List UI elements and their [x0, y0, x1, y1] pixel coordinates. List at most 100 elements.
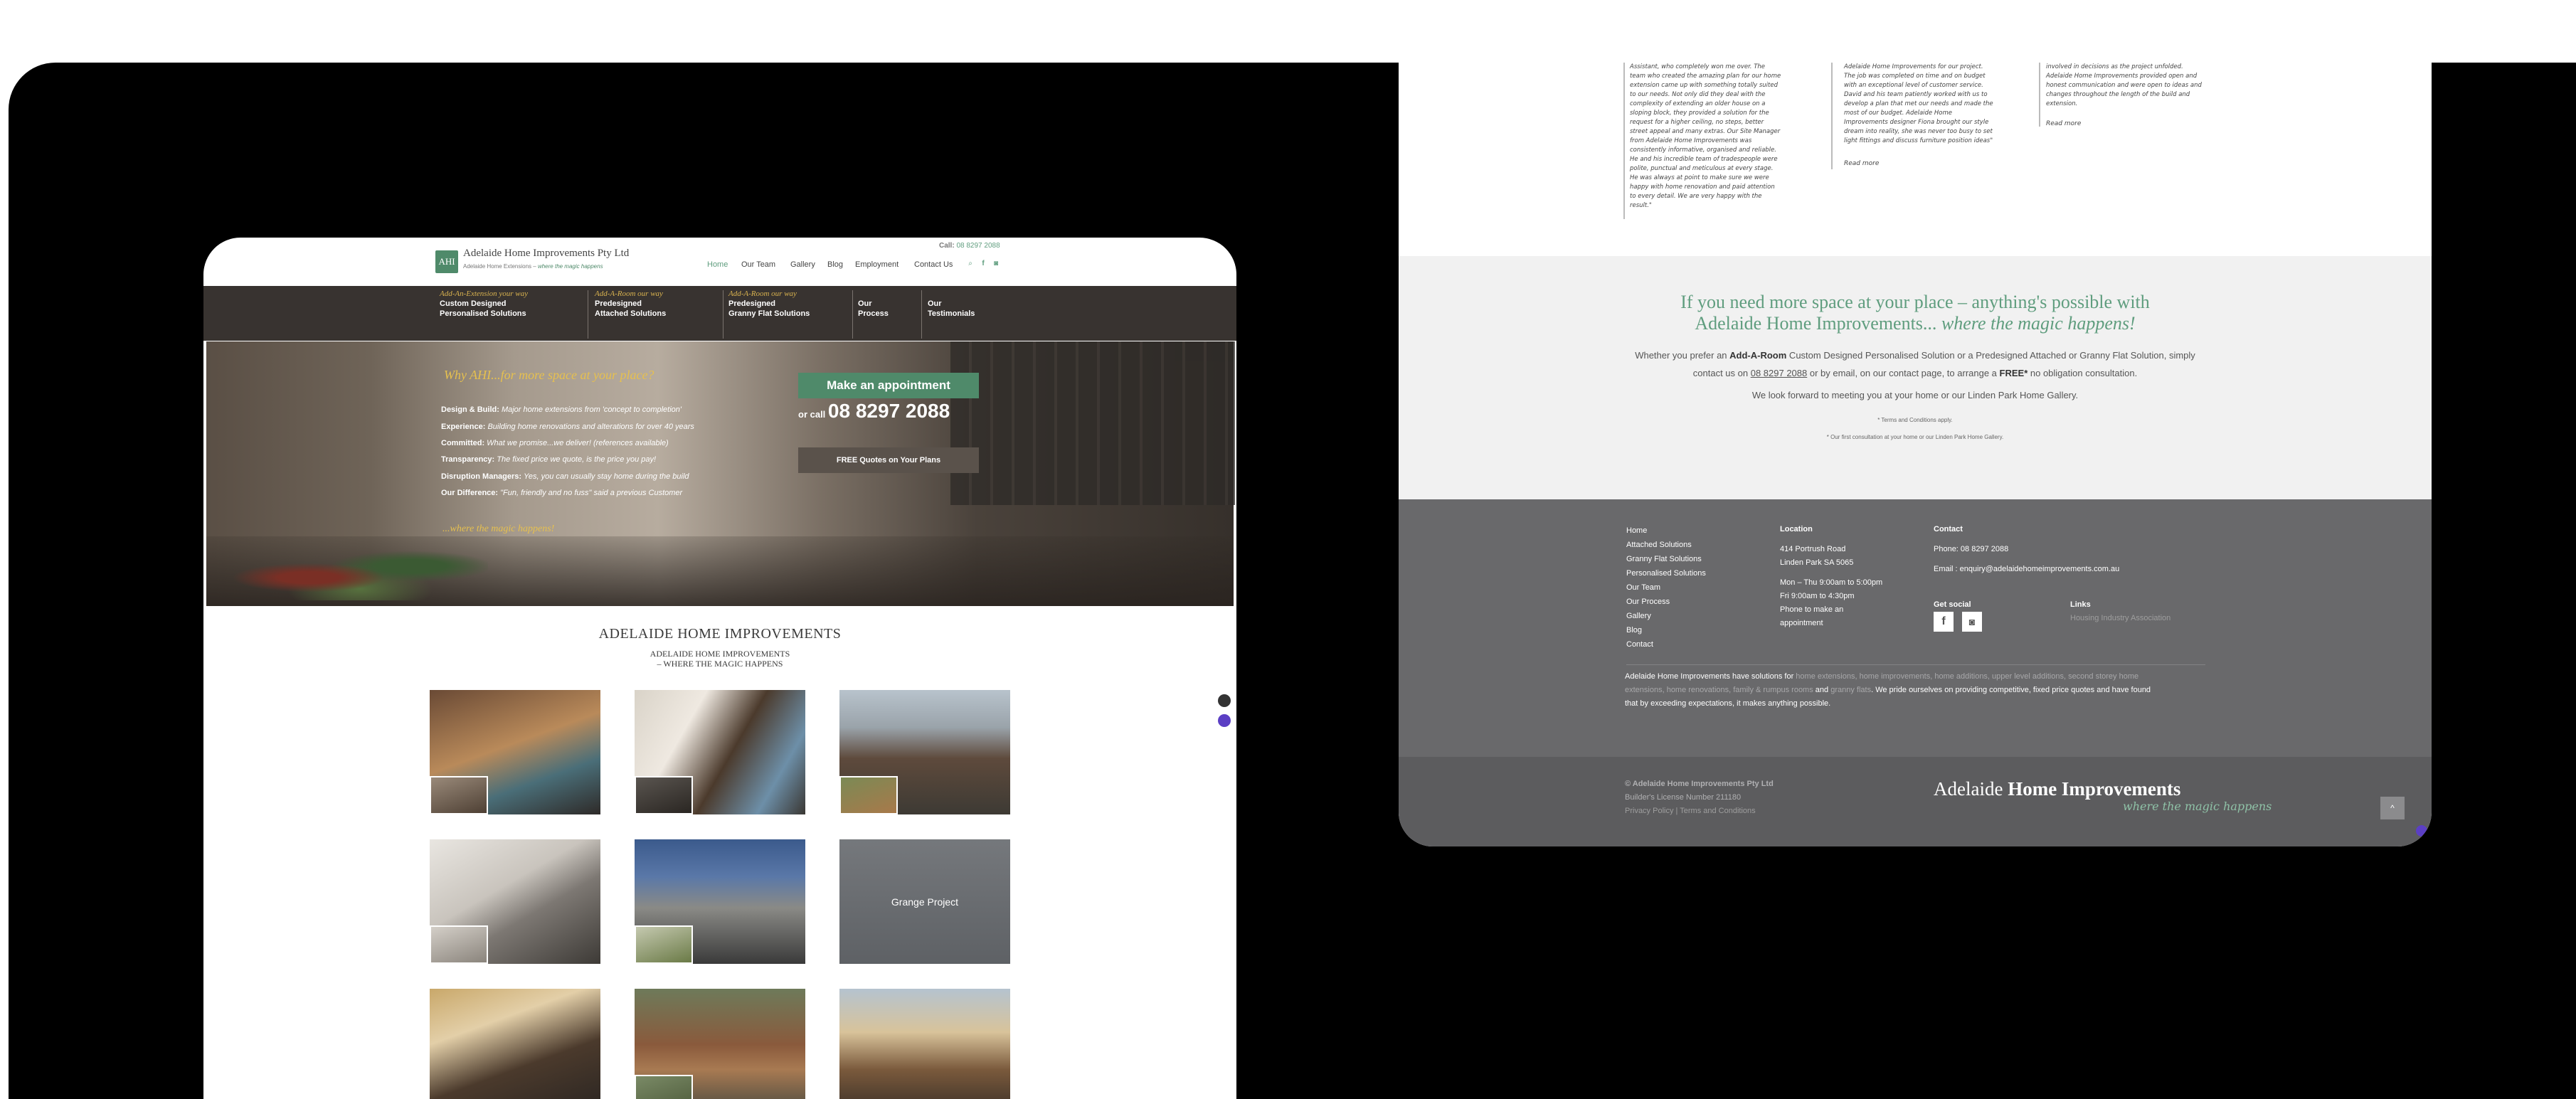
hero-garden [232, 543, 488, 600]
footer-link[interactable]: Contact [1626, 640, 1653, 649]
nav-contact-us[interactable]: Contact Us [914, 260, 953, 269]
menu-our-process[interactable]: Our Process [858, 289, 915, 347]
hero-point-label: Disruption Managers: [441, 472, 522, 481]
ahi-logo[interactable]: AHI [435, 250, 458, 273]
right-backdrop [2432, 63, 2576, 1099]
menu-subtitle: Attached Solutions [595, 309, 667, 318]
footer-email[interactable]: Email : enquiry@adelaidehomeimprovements… [1934, 565, 2119, 573]
hero-point-label: Transparency: [441, 455, 495, 464]
testimonial-text: Assistant, who completely won me over. T… [1630, 63, 1781, 209]
footer-link[interactable]: Gallery [1626, 612, 1651, 620]
nav-gallery[interactable]: Gallery [790, 260, 815, 269]
nav-employment[interactable]: Employment [855, 260, 899, 269]
read-more-link[interactable]: Read more [2046, 120, 2081, 129]
footer-link[interactable]: Home [1626, 526, 1647, 535]
footer-hours-4: appointment [1780, 619, 1823, 627]
footer-address-2: Linden Park SA 5065 [1780, 558, 1854, 567]
menu-script: Add-An-Extension your way [440, 290, 529, 298]
gallery-tile[interactable] [839, 989, 1010, 1099]
gallery-tile[interactable] [635, 989, 805, 1099]
menu-attached[interactable]: Add-A-Room our way Predesigned Attached So… [595, 289, 737, 337]
hero-point: Committed: What we promise...we deliver!… [441, 439, 669, 447]
cta-text: contact us on [1692, 368, 1751, 378]
hero-point: Our Difference: "Fun, friendly and no fu… [441, 489, 682, 497]
call-number[interactable]: 08 8297 2088 [956, 242, 1000, 250]
hero-point-text: The fixed price we quote, is the price y… [497, 455, 657, 464]
footer-link[interactable]: Our Team [1626, 583, 1660, 592]
cta-phone-link[interactable]: 08 8297 2088 [1751, 368, 1808, 378]
brand-tagline: Adelaide Home Extensions – where the mag… [463, 263, 603, 270]
hero-stone-wall [950, 341, 1235, 505]
privacy-link[interactable]: Privacy Policy [1625, 807, 1673, 815]
builders-license: Builder's License Number 211180 [1625, 793, 1742, 802]
menu-custom-designed[interactable]: Add-An-Extension your way Custom Designed… [440, 289, 589, 337]
gallery-tile[interactable] [635, 690, 805, 814]
gallery-tile[interactable] [635, 839, 805, 964]
footer-brand[interactable]: Adelaide Home Improvements [1934, 778, 2180, 800]
terms-link[interactable]: Terms and Conditions [1680, 807, 1755, 815]
hero-point-label: Design & Build: [441, 405, 499, 414]
menu-testimonials[interactable]: Our Testimonials [928, 289, 999, 347]
hero-magic-tagline: ...where the magic happens! [442, 524, 555, 534]
brand-part: Adelaide [1934, 778, 2008, 800]
search-icon[interactable]: ⌕ [966, 260, 975, 268]
footer-link[interactable]: Granny Flat Solutions [1626, 555, 1702, 563]
facebook-icon[interactable]: f [1934, 612, 1954, 632]
footer-link[interactable]: Our Process [1626, 598, 1670, 606]
about-text: that by exceeding expectations, it makes… [1625, 699, 1831, 708]
footer-link[interactable]: Blog [1626, 626, 1642, 635]
quote-bar [1623, 63, 1625, 219]
footer-bottom [1399, 757, 2432, 846]
make-appointment-button[interactable]: Make an appointment [798, 373, 979, 398]
hero-phone[interactable]: 08 8297 2088 [828, 400, 950, 422]
about-links[interactable]: extensions, home renovations, family & r… [1625, 686, 1813, 694]
gallery-tile[interactable] [430, 989, 600, 1099]
hero-why-heading: Why AHI...for more space at your place? [444, 368, 654, 382]
footer-address: 414 Portrush Road [1780, 545, 1846, 553]
section-subtitle-2: – WHERE THE MAGIC HAPPENS [657, 659, 783, 669]
widget-icon[interactable] [1218, 694, 1231, 707]
cta-free: FREE* [1999, 368, 2028, 378]
nav-home[interactable]: Home [707, 260, 728, 269]
gallery-tile-grange-project[interactable]: Grange Project [839, 839, 1010, 964]
left-device-screen: AHI Adelaide Home Improvements Pty Ltd A… [203, 238, 1236, 1099]
about-text: . We pride ourselves on providing compet… [1871, 686, 2151, 694]
testimonial-text: Adelaide Home Improvements for our proje… [1844, 63, 1993, 144]
chat-icon[interactable] [1218, 714, 1231, 727]
footer-location-title: Location [1780, 525, 1813, 533]
instagram-icon[interactable]: ◙ [992, 260, 1000, 268]
cta-small-print-2: * Our first consultation at your home or… [1826, 434, 2004, 440]
gallery-tile[interactable] [430, 690, 600, 814]
footer-link[interactable]: Personalised Solutions [1626, 569, 1706, 578]
about-links[interactable]: granny flats [1830, 686, 1871, 694]
cta-heading-magic: where the magic happens! [1941, 313, 2136, 334]
footer-legal: Privacy Policy | Terms and Conditions [1625, 807, 1756, 815]
footer-divider [1626, 664, 2205, 665]
menu-granny-flat[interactable]: Add-A-Room our way Predesigned Granny Flat… [728, 289, 857, 337]
footer-link[interactable]: Attached Solutions [1626, 541, 1692, 549]
nav-our-team[interactable]: Our Team [741, 260, 775, 269]
gallery-inset [430, 776, 488, 814]
footer-hours-3: Phone to make an [1780, 605, 1844, 614]
free-quotes-button[interactable]: FREE Quotes on Your Plans [798, 447, 979, 473]
menu-subtitle: Testimonials [928, 309, 975, 318]
cta-text: Custom Designed Personalised Solution or… [1786, 350, 2195, 361]
read-more-link[interactable]: Read more [1844, 159, 1879, 169]
section-subtitle: ADELAIDE HOME IMPROVEMENTS [650, 649, 790, 659]
menu-script: Add-A-Room our way [595, 290, 663, 298]
menu-title: Our [858, 299, 872, 308]
footer-hours-2: Fri 9:00am to 4:30pm [1780, 592, 1855, 600]
cta-heading-brand: Adelaide Home Improvements... [1695, 313, 1941, 334]
cta-text: Whether you prefer an [1635, 350, 1730, 361]
brand-name[interactable]: Adelaide Home Improvements Pty Ltd [463, 248, 629, 260]
facebook-icon[interactable]: f [979, 260, 987, 268]
back-to-top-button[interactable]: ^ [2380, 797, 2405, 819]
instagram-icon[interactable]: ◙ [1962, 612, 1982, 632]
about-links[interactable]: home extensions, home improvements, home… [1796, 672, 2138, 681]
chat-icon[interactable] [2416, 825, 2427, 837]
gallery-tile[interactable] [430, 839, 600, 964]
hia-link[interactable]: Housing Industry Association [2070, 614, 2170, 622]
nav-blog[interactable]: Blog [827, 260, 843, 269]
footer-phone[interactable]: Phone: 08 8297 2088 [1934, 545, 2008, 553]
gallery-tile[interactable] [839, 690, 1010, 814]
